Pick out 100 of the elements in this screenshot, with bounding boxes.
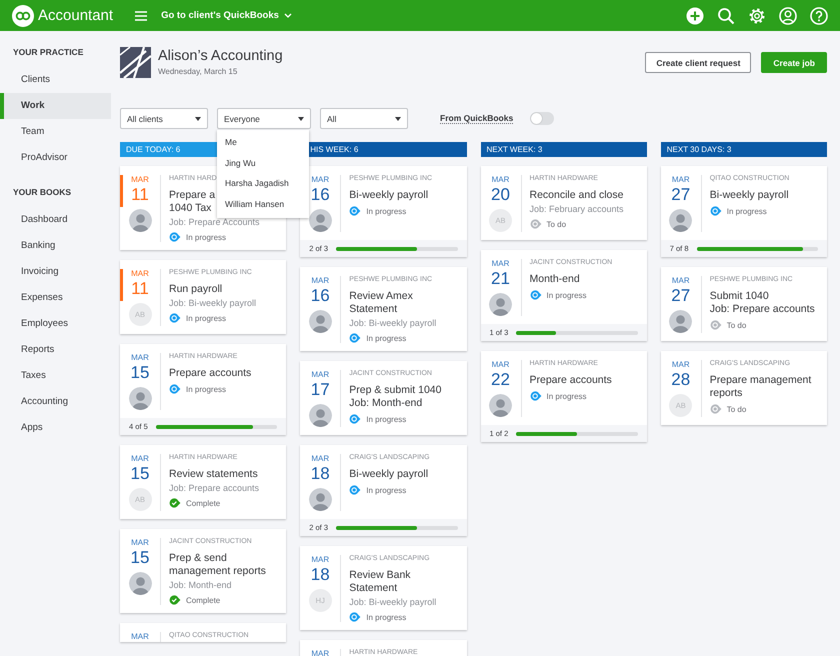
job-name: Job: Prepare accounts <box>169 482 260 494</box>
progress-icon <box>710 206 722 216</box>
due-month: MAR <box>492 360 510 370</box>
due-month: MAR <box>492 175 510 185</box>
progress-icon <box>530 391 542 401</box>
avatar-silhouette-icon <box>308 209 332 232</box>
avatar-silhouette-icon <box>308 310 332 333</box>
caret-icon <box>395 116 401 120</box>
due-day: 18 <box>310 565 330 585</box>
due-month: MAR <box>311 276 330 286</box>
progress-icon <box>169 313 181 323</box>
due-month: MAR <box>492 259 510 269</box>
sidebar-item[interactable]: Reports <box>0 337 111 363</box>
sidebar-heading: YOUR BOOKS <box>12 187 72 199</box>
task-title: Review Amex Statement <box>349 290 413 316</box>
due-day: 17 <box>310 380 330 400</box>
progress-icon <box>530 290 542 300</box>
filter-dropdown[interactable]: Everyone <box>217 108 311 129</box>
task-title: Review Bank Statement <box>349 569 411 595</box>
help-icon[interactable] <box>810 6 828 24</box>
avatar-silhouette-icon <box>489 293 512 316</box>
status-label: In progress <box>546 392 587 400</box>
due-month: MAR <box>131 353 149 363</box>
status-label: In progress <box>726 206 767 216</box>
due-month: MAR <box>131 538 149 548</box>
due-day: 11 <box>131 279 149 299</box>
filter-dropdown[interactable]: All clients <box>120 108 208 129</box>
due-month: MAR <box>131 632 149 642</box>
task-title: Submit 1040 <box>710 290 769 303</box>
task-title: Bi-weekly payroll <box>349 189 428 202</box>
search-icon[interactable] <box>717 6 735 24</box>
status-label: In progress <box>366 414 406 424</box>
progress-icon <box>169 384 181 394</box>
avatar-silhouette-icon <box>128 387 152 410</box>
sidebar-item[interactable]: Invoicing <box>0 259 111 285</box>
due-month: MAR <box>131 454 149 464</box>
add-icon[interactable] <box>686 6 704 24</box>
task-title: Prepare management reports <box>710 374 812 400</box>
status-label: In progress <box>186 314 226 322</box>
status-label: To do <box>726 320 746 330</box>
product-name: Accountant <box>38 7 114 24</box>
filter-dropdown[interactable]: All <box>320 108 408 129</box>
due-day: 15 <box>130 548 150 568</box>
task-title: Prepare accounts <box>530 374 612 387</box>
status-icon <box>710 404 722 414</box>
task-title: Review statements <box>169 468 258 481</box>
sidebar-item[interactable]: Work <box>0 93 111 119</box>
job-name: Job: Bi-weekly payroll <box>349 596 436 608</box>
job-name: Job: Month-end <box>169 579 232 591</box>
sidebar-item[interactable]: Dashboard <box>0 207 111 233</box>
due-day: 18 <box>310 464 330 484</box>
status-label: In progress <box>186 232 226 242</box>
sidebar-item[interactable]: Expenses <box>0 285 111 311</box>
status-label: In progress <box>366 334 406 342</box>
status-icon <box>530 219 542 229</box>
column-header: NEXT WEEK: 3 <box>480 142 647 157</box>
job-name: Job: Prepare accounts <box>710 303 815 316</box>
progress-icon <box>349 485 362 495</box>
task-title: Prep & submit 1040 <box>349 384 442 397</box>
due-day: 16 <box>310 185 330 205</box>
status-label: To do <box>726 404 746 414</box>
job-name: Job: February accounts <box>530 203 624 215</box>
due-month: MAR <box>311 649 330 656</box>
toggle-switch[interactable] <box>530 112 554 125</box>
sidebar-item[interactable]: Clients <box>0 67 111 93</box>
sidebar-item[interactable]: Banking <box>0 233 111 259</box>
sidebar-heading: YOUR PRACTICE <box>12 47 84 59</box>
job-name: Job: Bi-weekly payroll <box>349 317 436 329</box>
sidebar-item[interactable]: Taxes <box>0 363 111 389</box>
due-day: 27 <box>671 286 690 306</box>
user-icon[interactable] <box>779 6 797 24</box>
task-title: Prepare a 1040 Tax <box>169 189 216 215</box>
task-title: Reconcile and close <box>530 189 624 202</box>
task-title: Bi-weekly payroll <box>710 189 789 202</box>
avatar-silhouette-icon <box>669 310 692 333</box>
sidebar-item[interactable]: Employees <box>0 311 111 337</box>
status-label: Complete <box>186 498 220 508</box>
company-name: Alison’s Accounting <box>158 48 283 64</box>
task-title: Bi-weekly payroll <box>349 468 428 481</box>
due-month: MAR <box>311 454 330 464</box>
sidebar-item[interactable]: Team <box>0 119 111 145</box>
due-day: 22 <box>491 370 510 390</box>
status-label: To do <box>546 220 566 228</box>
caret-icon <box>195 116 201 120</box>
avatar-silhouette-icon <box>308 488 332 511</box>
avatar-silhouette-icon <box>128 209 152 232</box>
progress-icon <box>169 232 181 242</box>
sidebar-item[interactable]: Accounting <box>0 389 111 415</box>
create-request-button[interactable]: Create client request <box>645 52 752 73</box>
job-name: Job: Bi-weekly payroll <box>169 297 256 309</box>
due-day: 21 <box>491 269 510 289</box>
sidebar-item[interactable]: ProAdvisor <box>0 145 111 171</box>
due-day: 16 <box>310 286 330 306</box>
settings-icon[interactable] <box>748 6 766 24</box>
due-month: MAR <box>672 360 690 370</box>
due-month: MAR <box>131 269 149 279</box>
menu-icon[interactable] <box>135 10 148 20</box>
due-month: MAR <box>672 175 690 185</box>
due-day: 28 <box>671 370 690 390</box>
sidebar-item[interactable]: Apps <box>0 415 111 441</box>
